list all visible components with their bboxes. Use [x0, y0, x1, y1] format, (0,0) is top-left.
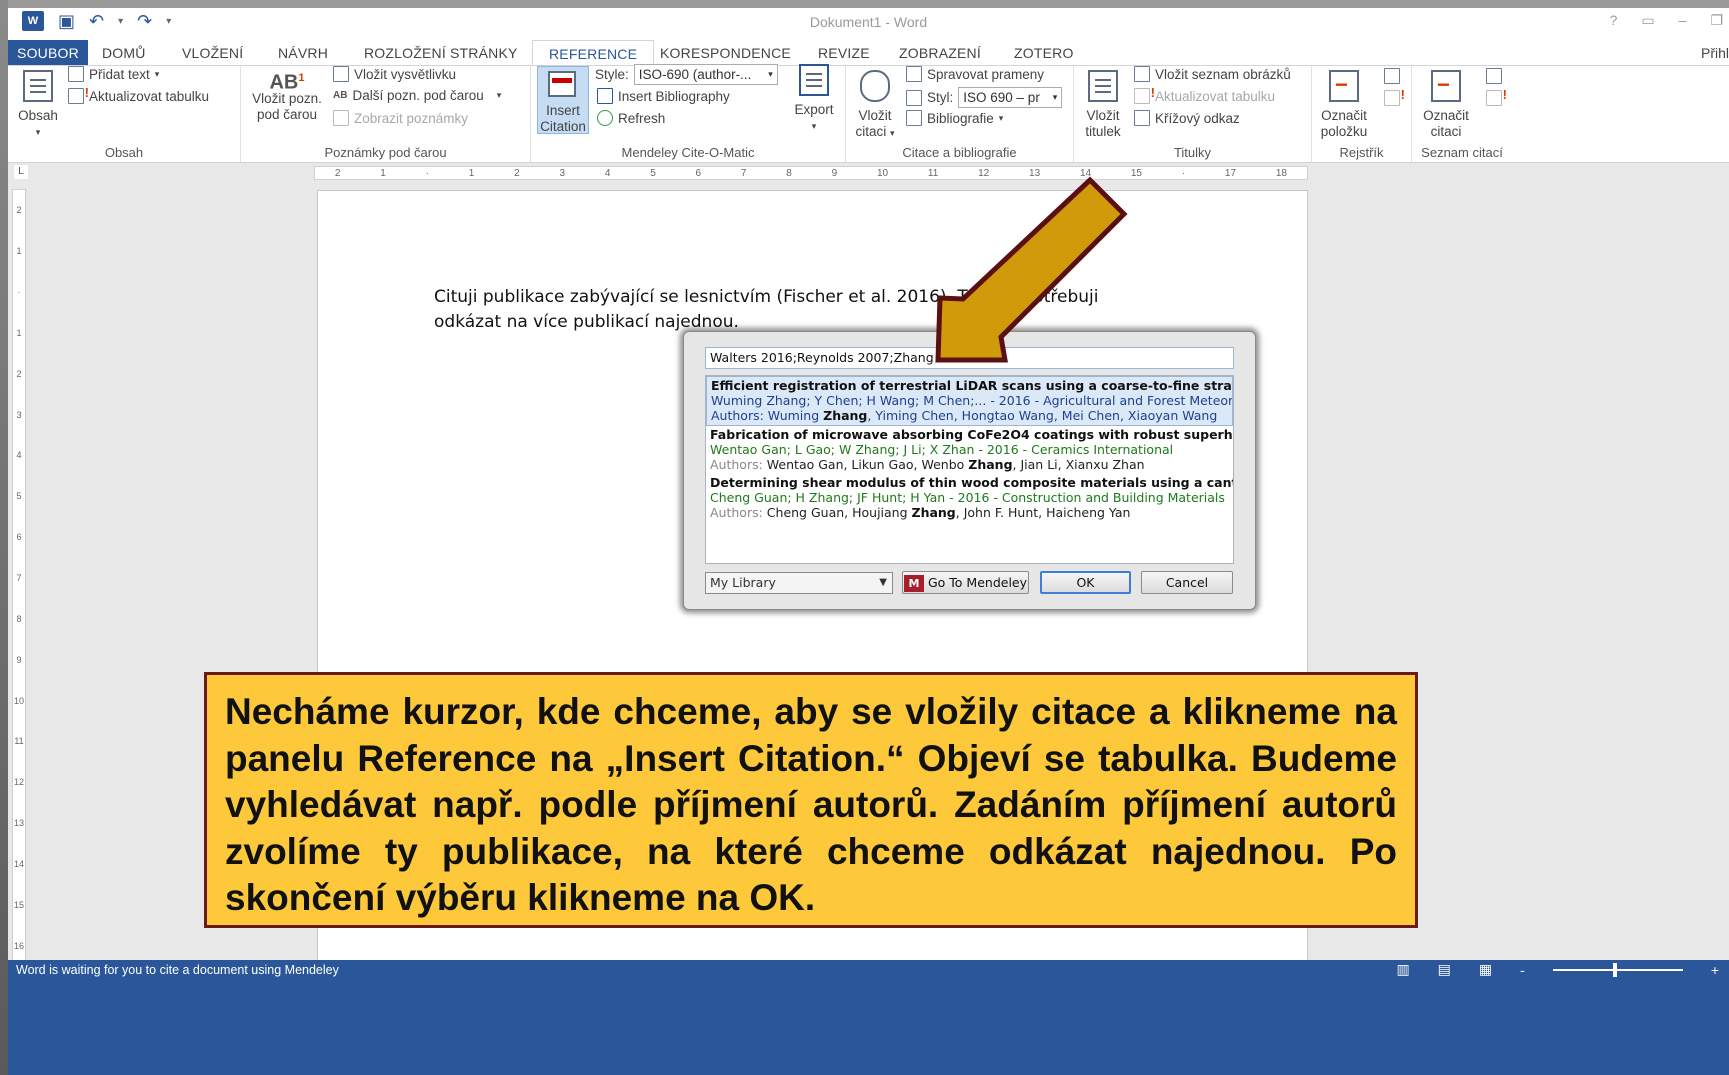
- print-layout-icon[interactable]: ▤: [1438, 961, 1451, 978]
- zoom-out-button[interactable]: -: [1520, 962, 1525, 978]
- arrow-shape: [935, 176, 1128, 363]
- status-controls: ▥ ▤ ▦ - +: [1396, 961, 1719, 978]
- read-mode-icon[interactable]: ▥: [1396, 961, 1409, 978]
- zoom-slider-thumb[interactable]: [1612, 962, 1617, 977]
- status-message: Word is waiting for you to cite a docume…: [16, 963, 339, 977]
- zoom-in-button[interactable]: +: [1711, 962, 1719, 978]
- zoom-slider[interactable]: [1552, 962, 1683, 977]
- status-bar: Word is waiting for you to cite a docume…: [8, 960, 1729, 1075]
- instruction-callout: Necháme kurzor, kde chceme, aby se vloži…: [204, 672, 1418, 928]
- web-layout-icon[interactable]: ▦: [1479, 961, 1492, 978]
